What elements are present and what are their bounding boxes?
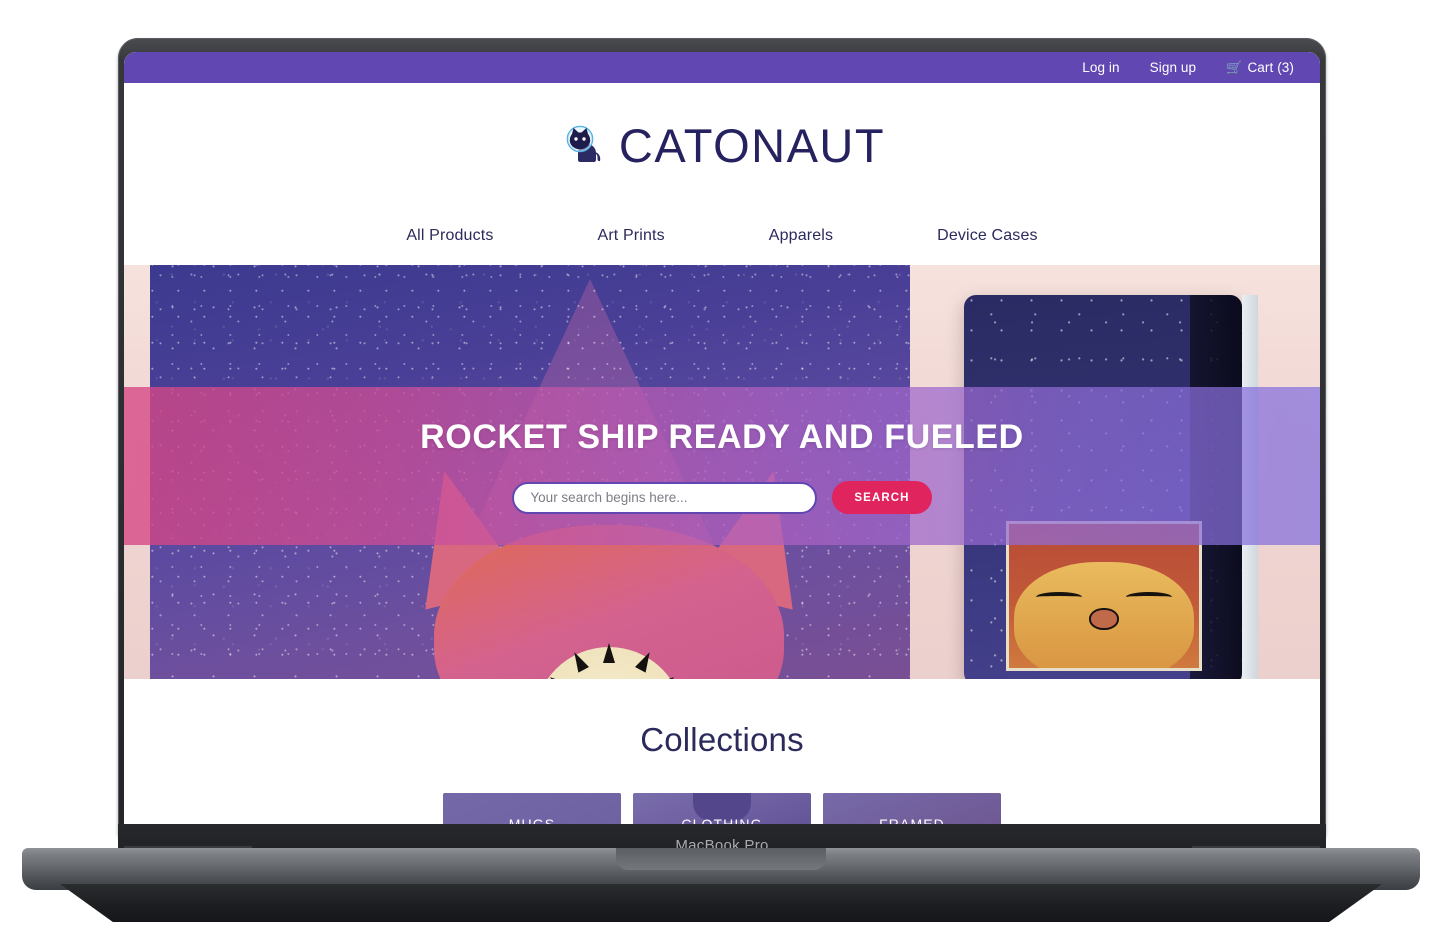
- utility-topbar: Log in Sign up 🛒 Cart (3): [124, 52, 1320, 83]
- shopping-cart-icon: 🛒: [1226, 60, 1243, 75]
- brand-header: CATONAUT: [124, 83, 1320, 207]
- search-input[interactable]: [512, 481, 818, 514]
- laptop-base-underside: [60, 884, 1382, 922]
- collection-label: CLOTHING: [681, 816, 763, 824]
- eye-ray: [569, 649, 589, 673]
- framed-cat-face: [1014, 562, 1194, 668]
- laptop-base-notch: [616, 848, 826, 870]
- hero-overlay-band: ROCKET SHIP READY AND FUELED SEARCH: [124, 387, 1320, 545]
- search-button[interactable]: SEARCH: [832, 481, 932, 514]
- collections-heading: Collections: [640, 721, 804, 758]
- nav-item-device-cases[interactable]: Device Cases: [885, 227, 1090, 245]
- framed-cat-nose: [1089, 608, 1119, 630]
- hero-search-form: SEARCH: [512, 481, 932, 514]
- login-link[interactable]: Log in: [1082, 60, 1119, 75]
- hero-section: ROCKET SHIP READY AND FUELED SEARCH: [124, 265, 1320, 679]
- screenshot-stage: Log in Sign up 🛒 Cart (3) CATONAUT All P…: [0, 0, 1440, 952]
- signup-link[interactable]: Sign up: [1150, 60, 1197, 75]
- nav-item-apparels[interactable]: Apparels: [717, 227, 885, 245]
- collections-section: Collections MUGS CLOTHING FRAMED: [124, 679, 1320, 824]
- cart-link[interactable]: 🛒 Cart (3): [1226, 60, 1294, 75]
- brand-name: CATONAUT: [618, 118, 886, 172]
- website-viewport: Log in Sign up 🛒 Cart (3) CATONAUT All P…: [124, 52, 1320, 824]
- collection-card-clothing[interactable]: CLOTHING: [633, 793, 811, 824]
- eye-ray: [654, 672, 678, 679]
- eye-ray: [546, 672, 570, 679]
- collection-label: FRAMED: [879, 816, 945, 824]
- cart-label: Cart (3): [1247, 60, 1294, 75]
- nav-item-all-products[interactable]: All Products: [354, 227, 545, 245]
- collection-card-mugs[interactable]: MUGS: [443, 793, 621, 824]
- primary-navigation: All Products Art Prints Apparels Device …: [124, 207, 1320, 265]
- collection-label: MUGS: [508, 816, 556, 824]
- eye-ray: [603, 643, 615, 663]
- laptop-base: [22, 848, 1420, 890]
- nav-item-art-prints[interactable]: Art Prints: [546, 227, 717, 245]
- framed-cat-eye-right: [1126, 592, 1172, 602]
- third-eye-disc: [534, 643, 684, 679]
- laptop-screen: Log in Sign up 🛒 Cart (3) CATONAUT All P…: [124, 52, 1320, 824]
- collection-card-framed[interactable]: FRAMED: [823, 793, 1001, 824]
- hero-headline: ROCKET SHIP READY AND FUELED: [420, 418, 1024, 456]
- cat-astronaut-logo-icon[interactable]: [559, 122, 605, 168]
- collections-row: MUGS CLOTHING FRAMED: [124, 793, 1320, 824]
- eye-ray: [635, 649, 655, 673]
- framed-cat-eye-left: [1036, 592, 1082, 602]
